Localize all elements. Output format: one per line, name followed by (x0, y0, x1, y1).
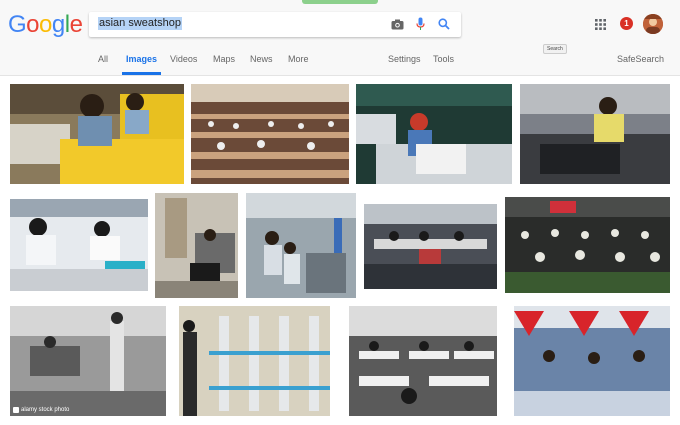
search-icon[interactable] (437, 17, 451, 31)
image-thumbnail (179, 306, 330, 416)
search-tabs: All Images Videos Maps News More Setting… (0, 52, 680, 75)
top-green-indicator (302, 0, 378, 4)
image-result[interactable] (10, 84, 184, 184)
image-result[interactable] (505, 197, 670, 293)
image-thumbnail (191, 84, 349, 184)
tab-news[interactable]: News (250, 54, 273, 64)
safesearch-link[interactable]: SafeSearch (617, 54, 664, 64)
tab-maps[interactable]: Maps (213, 54, 235, 64)
alamy-logo-icon (13, 407, 19, 413)
image-thumbnail (155, 193, 238, 298)
tab-settings[interactable]: Settings (388, 54, 421, 64)
image-result[interactable] (246, 193, 356, 298)
image-result[interactable] (179, 306, 330, 416)
logo-letter: o (26, 11, 40, 38)
image-result[interactable] (10, 199, 148, 291)
image-thumbnail (246, 193, 356, 298)
avatar[interactable] (643, 14, 663, 34)
logo-letter: e (69, 11, 83, 38)
apps-grid-icon[interactable] (594, 18, 606, 30)
microphone-icon[interactable] (414, 16, 426, 32)
notification-badge[interactable]: 1 (620, 17, 633, 30)
google-logo[interactable]: Google (8, 11, 83, 39)
logo-letter: G (8, 11, 27, 38)
image-thumbnail (10, 306, 166, 416)
logo-letter: o (39, 11, 52, 38)
image-thumbnail (514, 306, 670, 416)
tab-videos[interactable]: Videos (170, 54, 197, 64)
image-thumbnail (364, 204, 497, 289)
tab-tools[interactable]: Tools (433, 54, 454, 64)
image-result[interactable] (155, 193, 238, 298)
watermark-text: alamy stock photo (21, 407, 70, 413)
image-result[interactable] (349, 306, 497, 416)
stock-watermark: alamy stock photo (13, 407, 69, 413)
image-result[interactable]: alamy stock photo (10, 306, 166, 416)
tab-all[interactable]: All (98, 54, 108, 64)
tab-more[interactable]: More (288, 54, 309, 64)
image-result[interactable] (356, 84, 512, 184)
search-input[interactable]: asian sweatshop (98, 17, 182, 30)
image-result[interactable] (364, 204, 497, 289)
image-result[interactable] (514, 306, 670, 416)
image-result[interactable] (520, 84, 670, 184)
image-result[interactable] (191, 84, 349, 184)
image-thumbnail (520, 84, 670, 184)
camera-icon[interactable] (389, 17, 405, 31)
tab-images[interactable]: Images (121, 54, 162, 75)
logo-letter: g (51, 11, 65, 38)
search-box[interactable]: asian sweatshop (89, 12, 461, 37)
image-thumbnail (10, 84, 184, 184)
image-thumbnail (356, 84, 512, 184)
image-thumbnail (349, 306, 497, 416)
image-thumbnail (505, 197, 670, 293)
image-thumbnail (10, 199, 148, 291)
